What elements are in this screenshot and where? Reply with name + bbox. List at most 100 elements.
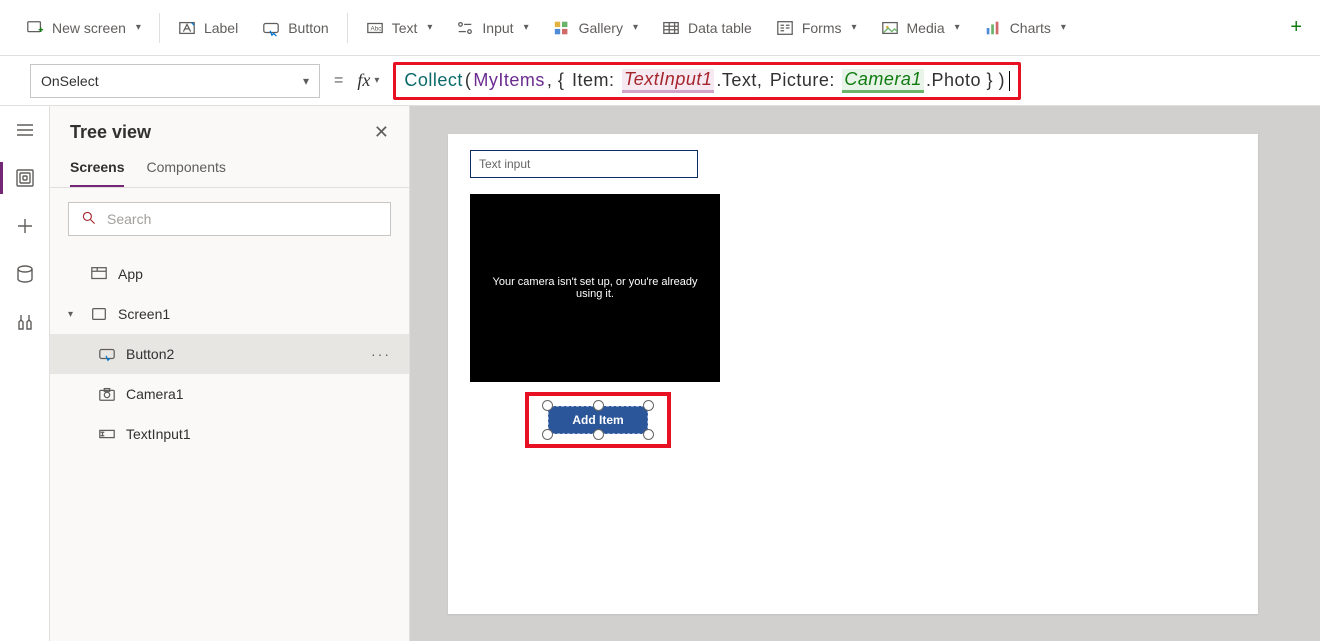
chevron-down-icon: ▾ <box>427 22 432 33</box>
tree-view-title: Tree view <box>70 122 151 143</box>
media-icon <box>881 19 899 37</box>
insert-button[interactable]: Button <box>250 11 340 45</box>
more-icon[interactable]: ··· <box>371 346 391 362</box>
datatable-label: Data table <box>688 20 752 36</box>
screen-icon <box>90 306 108 322</box>
chevron-down-icon: ▾ <box>136 22 141 33</box>
resize-handle[interactable] <box>643 429 654 440</box>
tab-screens[interactable]: Screens <box>70 153 124 187</box>
tree-view-panel: Tree view ✕ Screens Components Search Ap… <box>50 106 410 641</box>
tree-label: App <box>118 266 143 282</box>
ribbon-separator <box>159 13 160 43</box>
insert-icon[interactable] <box>15 216 35 236</box>
tree-node-app[interactable]: App <box>50 254 409 294</box>
data-table-icon <box>662 19 680 37</box>
canvas-text-input[interactable]: Text input <box>470 150 698 178</box>
resize-handle[interactable] <box>593 429 604 440</box>
button-icon <box>98 346 116 362</box>
ribbon-separator <box>347 13 348 43</box>
formula-token-ref-textinput: TextInput1 <box>622 69 714 93</box>
property-dropdown[interactable]: OnSelect ▾ <box>30 64 320 98</box>
chevron-down-icon: ▾ <box>955 22 960 33</box>
chevron-down-icon: ▾ <box>633 22 638 33</box>
canvas-camera[interactable]: Your camera isn't set up, or you're alre… <box>470 194 720 382</box>
tree-label: Button2 <box>126 346 174 362</box>
input-label: Input <box>482 20 513 36</box>
camera-message: Your camera isn't set up, or you're alre… <box>478 276 712 300</box>
tree-list: App ▾ Screen1 Button2 ··· Camera1 TextIn… <box>50 250 409 458</box>
formula-token-collection: MyItems <box>473 70 545 91</box>
formula-bar: OnSelect ▾ = fx▾ Collect( MyItems, { Ite… <box>0 56 1320 106</box>
charts-label: Charts <box>1010 20 1051 36</box>
tree-node-textinput1[interactable]: TextInput1 <box>50 414 409 454</box>
tree-node-camera1[interactable]: Camera1 <box>50 374 409 414</box>
label-icon <box>178 19 196 37</box>
screen-plus-icon <box>26 19 44 37</box>
property-name: OnSelect <box>41 73 99 89</box>
chevron-down-icon: ▾ <box>303 74 309 88</box>
formula-input[interactable]: Collect( MyItems, { Item: TextInput1.Tex… <box>393 62 1021 100</box>
tree-label: Screen1 <box>118 306 170 322</box>
close-icon[interactable]: ✕ <box>374 122 389 143</box>
tree-label: Camera1 <box>126 386 184 402</box>
forms-label: Forms <box>802 20 842 36</box>
resize-handle[interactable] <box>593 400 604 411</box>
tree-label: TextInput1 <box>126 426 191 442</box>
new-screen-label: New screen <box>52 20 126 36</box>
design-canvas[interactable]: Text input Your camera isn't set up, or … <box>448 134 1258 614</box>
tools-icon[interactable] <box>15 312 35 332</box>
insert-ribbon: New screen ▾ Label Button Abc Text ▾ Inp… <box>0 0 1320 56</box>
tree-node-screen1[interactable]: ▾ Screen1 <box>50 294 409 334</box>
text-cursor <box>1009 71 1010 91</box>
add-item-label: Add Item <box>572 413 623 427</box>
gallery-icon <box>553 19 571 37</box>
forms-icon <box>776 19 794 37</box>
chevron-down-icon: ▾ <box>524 22 529 33</box>
search-placeholder: Search <box>107 211 151 227</box>
fx-button[interactable]: fx▾ <box>357 70 379 91</box>
text-label: Text <box>392 20 418 36</box>
textinput-icon <box>98 426 116 442</box>
chevron-down-icon: ▾ <box>1061 22 1066 33</box>
resize-handle[interactable] <box>542 429 553 440</box>
gallery-label: Gallery <box>579 20 623 36</box>
resize-handle[interactable] <box>643 400 654 411</box>
insert-datatable[interactable]: Data table <box>650 11 764 45</box>
tree-view-icon[interactable] <box>15 168 35 188</box>
add-control-button[interactable]: + <box>1290 16 1306 39</box>
text-icon: Abc <box>366 19 384 37</box>
canvas-add-item-button[interactable]: Add Item <box>548 406 648 434</box>
camera-icon <box>98 386 116 402</box>
svg-text:Abc: Abc <box>370 25 381 32</box>
insert-gallery-menu[interactable]: Gallery ▾ <box>541 11 650 45</box>
insert-forms-menu[interactable]: Forms ▾ <box>764 11 869 45</box>
resize-handle[interactable] <box>542 400 553 411</box>
tree-search-input[interactable]: Search <box>68 202 391 236</box>
left-rail <box>0 106 50 641</box>
input-icon <box>456 19 474 37</box>
tree-node-button2[interactable]: Button2 ··· <box>50 334 409 374</box>
charts-icon <box>984 19 1002 37</box>
formula-token-ref-camera: Camera1 <box>842 69 924 93</box>
data-icon[interactable] <box>15 264 35 284</box>
insert-label[interactable]: Label <box>166 11 250 45</box>
chevron-down-icon: ▾ <box>851 22 856 33</box>
canvas-area: Text input Your camera isn't set up, or … <box>410 106 1320 641</box>
text-input-placeholder: Text input <box>479 157 530 171</box>
insert-charts-menu[interactable]: Charts ▾ <box>972 11 1078 45</box>
app-icon <box>90 266 108 282</box>
main-area: Tree view ✕ Screens Components Search Ap… <box>0 106 1320 641</box>
insert-media-menu[interactable]: Media ▾ <box>869 11 972 45</box>
insert-text-menu[interactable]: Abc Text ▾ <box>354 11 445 45</box>
button-text: Button <box>288 20 328 36</box>
hamburger-icon[interactable] <box>15 120 35 140</box>
formula-token-function: Collect <box>404 70 463 91</box>
button-icon <box>262 19 280 37</box>
search-icon <box>81 210 97 229</box>
insert-input-menu[interactable]: Input ▾ <box>444 11 540 45</box>
label-text: Label <box>204 20 238 36</box>
chevron-down-icon: ▾ <box>374 75 379 86</box>
tab-components[interactable]: Components <box>146 153 225 187</box>
new-screen-menu[interactable]: New screen ▾ <box>14 11 153 45</box>
media-label: Media <box>907 20 945 36</box>
